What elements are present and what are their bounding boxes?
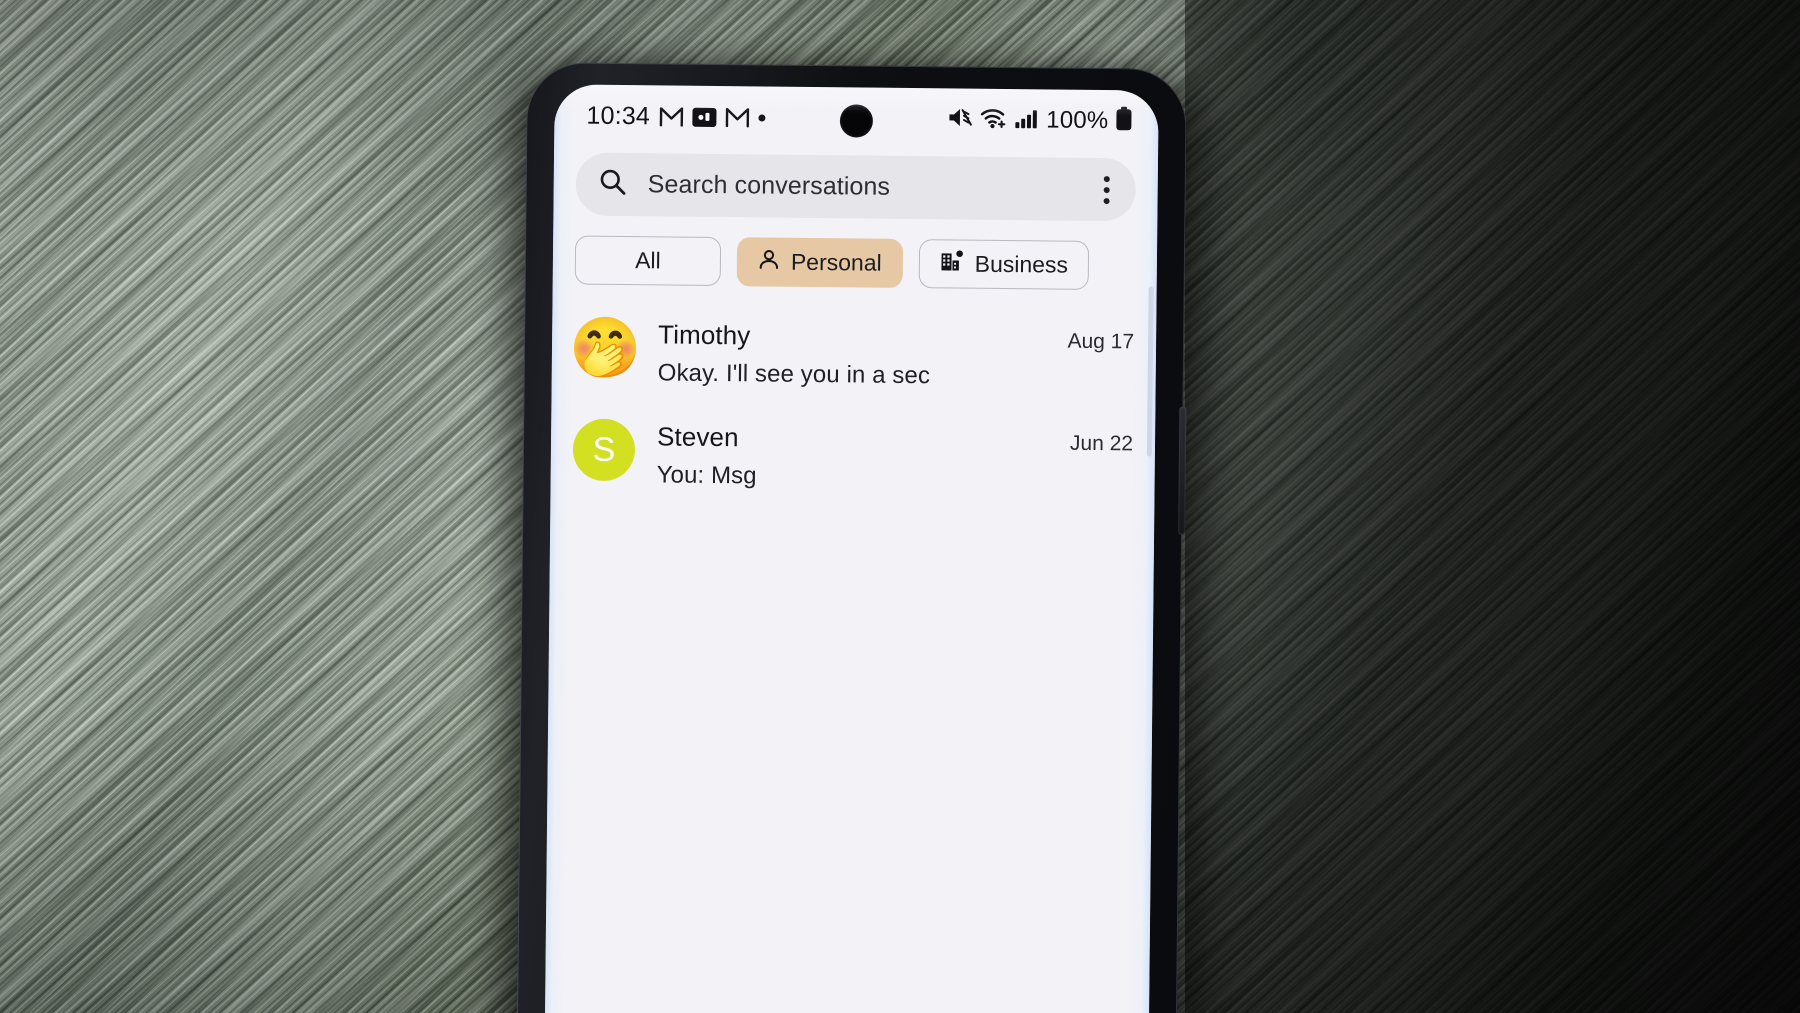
avatar: S <box>572 418 636 482</box>
filter-chip-personal-label: Personal <box>790 248 882 276</box>
notification-dark-icon <box>691 107 717 127</box>
wifi-plus-icon <box>980 106 1007 133</box>
conversation-date: Aug 17 <box>1067 329 1135 354</box>
conversation-header: Timothy Aug 17 <box>658 319 1134 355</box>
phone-side-button[interactable] <box>1178 406 1187 535</box>
gmail-icon <box>725 107 749 127</box>
status-bar-right: 100% <box>947 104 1132 136</box>
conversation-text-block: Timothy Aug 17 Okay. I'll see you in a s… <box>658 317 1135 392</box>
message-preview: You: Msg <box>656 461 757 490</box>
filter-chip-business-label: Business <box>974 250 1069 278</box>
conversation-list: 🤭 Timothy Aug 17 Okay. I'll see you in a… <box>550 284 1156 510</box>
battery-percentage-label: 100% <box>1046 106 1109 135</box>
filter-chip-business[interactable]: Business <box>918 239 1090 290</box>
status-bar-clock: 10:34 <box>586 101 651 130</box>
mute-icon <box>947 106 973 133</box>
conversation-row-timothy[interactable]: 🤭 Timothy Aug 17 Okay. I'll see you in a… <box>551 300 1156 408</box>
conversation-date: Jun 22 <box>1069 431 1134 456</box>
cellular-signal-icon <box>1014 107 1039 134</box>
message-preview: Okay. I'll see you in a sec <box>657 359 931 390</box>
smartphone-device: 10:34 100% Search conversations All Pers… <box>516 62 1187 1013</box>
dot-icon <box>757 113 766 121</box>
conversation-row-steven[interactable]: S Steven Jun 22 You: Msg <box>550 402 1155 510</box>
phone-screen: 10:34 100% Search conversations All Pers… <box>544 84 1159 1013</box>
filter-chip-all[interactable]: All <box>574 235 722 287</box>
battery-full-icon <box>1115 106 1132 136</box>
kebab-menu-icon[interactable] <box>1095 169 1117 209</box>
avatar-initial: S <box>592 430 616 469</box>
person-icon <box>758 248 780 276</box>
contact-name: Timothy <box>657 319 751 351</box>
filter-chip-all-label: All <box>635 247 661 274</box>
filter-chip-personal[interactable]: Personal <box>736 237 903 288</box>
gmail-icon <box>659 106 683 127</box>
front-camera-punch-hole <box>839 104 874 138</box>
contact-name: Steven <box>656 421 739 453</box>
filter-chip-row: All Personal Business <box>553 215 1158 290</box>
search-area: Search conversations <box>553 146 1158 222</box>
business-building-icon <box>940 249 964 279</box>
status-bar-left: 10:34 <box>586 101 766 132</box>
search-icon <box>598 167 628 202</box>
conversation-header: Steven Jun 22 <box>657 421 1133 457</box>
search-bar[interactable]: Search conversations <box>575 152 1137 222</box>
conversation-text-block: Steven Jun 22 You: Msg <box>657 419 1134 494</box>
chef-kiss-emoji-icon: 🤭 <box>573 316 637 380</box>
avatar: 🤭 <box>574 317 637 380</box>
search-input-placeholder[interactable]: Search conversations <box>648 170 1096 204</box>
photo-scene: 10:34 100% Search conversations All Pers… <box>0 0 1800 1013</box>
